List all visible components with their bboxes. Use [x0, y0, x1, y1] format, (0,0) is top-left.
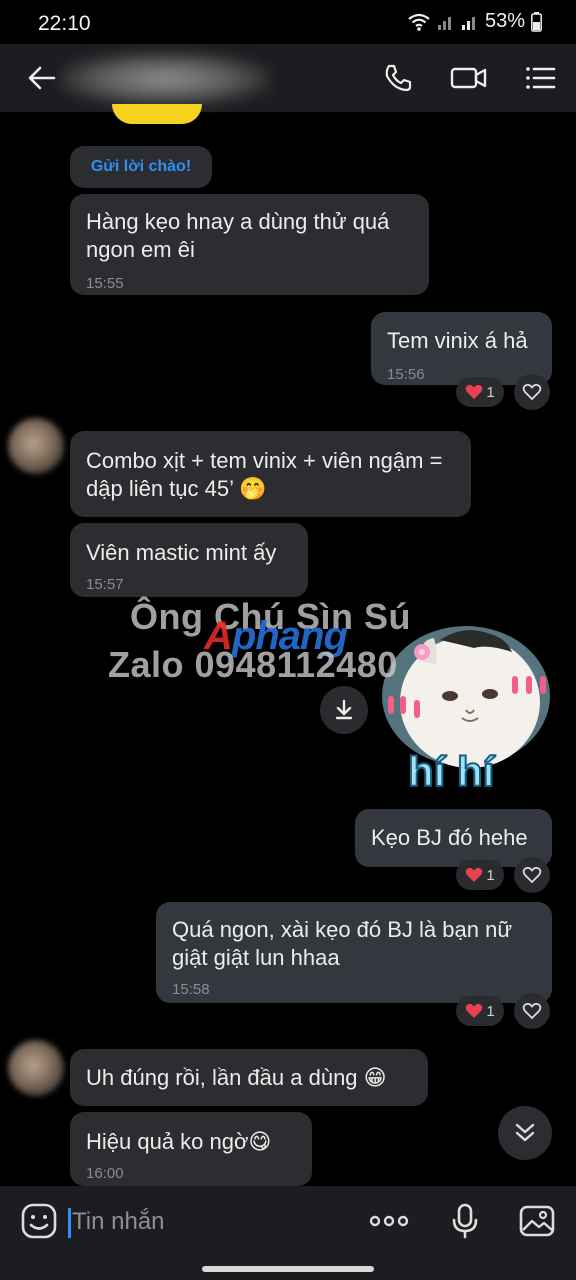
reaction-count-badge[interactable]: 1 [456, 860, 504, 890]
reaction-count: 1 [486, 1002, 495, 1020]
heart-outline-icon [522, 866, 542, 884]
microphone-icon[interactable] [446, 1202, 484, 1240]
arrow-left-icon[interactable] [26, 62, 58, 94]
scroll-to-bottom-button[interactable] [498, 1106, 552, 1160]
more-options-icon[interactable] [368, 1202, 410, 1240]
image-gallery-icon[interactable] [518, 1202, 556, 1240]
status-bar: 22:10 53% [0, 0, 576, 44]
message-text: Uh đúng rồi, lần đầu a dùng 😁 [86, 1065, 387, 1090]
wifi-icon [408, 13, 430, 31]
message-text: Quá ngon, xài kẹo đó BJ là bạn nữ giật g… [172, 917, 513, 970]
battery-percent: 53% [484, 10, 525, 32]
heart-outline-icon [522, 1002, 542, 1020]
contact-avatar-peek [112, 104, 202, 124]
heart-icon [465, 867, 483, 882]
home-indicator[interactable] [202, 1266, 374, 1272]
message-text: Hàng kẹo hnay a dùng thử quá ngon em êi [86, 209, 390, 262]
message-bubble-incoming[interactable]: Uh đúng rồi, lần đầu a dùng 😁 [70, 1049, 428, 1106]
message-text: Tem vinix á hả [387, 328, 528, 353]
message-bubble-outgoing[interactable]: Quá ngon, xài kẹo đó BJ là bạn nữ giật g… [156, 902, 552, 1003]
sender-avatar[interactable] [8, 1040, 64, 1096]
sticker-image[interactable]: hí hí [378, 618, 554, 798]
greeting-button[interactable]: Gửi lời chào! [70, 146, 212, 188]
heart-icon [465, 1003, 483, 1018]
message-time: 15:55 [86, 275, 124, 292]
text-caret [68, 1208, 71, 1238]
download-button[interactable] [320, 686, 368, 734]
battery-icon [531, 11, 542, 32]
message-input[interactable] [72, 1202, 342, 1242]
message-text: Viên mastic mint ấy [86, 540, 277, 565]
sender-avatar[interactable] [8, 418, 64, 474]
message-bubble-incoming[interactable]: Hiệu quả ko ngờ😋 16:00 [70, 1112, 312, 1186]
message-text: Combo xịt + tem vinix + viên ngậm = dập … [86, 448, 443, 501]
react-button[interactable] [514, 857, 550, 893]
message-bubble-incoming[interactable]: Combo xịt + tem vinix + viên ngậm = dập … [70, 431, 471, 517]
status-time: 22:10 [38, 12, 91, 35]
message-bubble-outgoing[interactable]: Tem vinix á hả 15:56 [371, 312, 552, 385]
contact-name-blurred[interactable] [60, 52, 270, 106]
heart-outline-icon [522, 383, 542, 401]
message-input-area[interactable] [68, 1202, 348, 1242]
menu-list-icon[interactable] [524, 62, 556, 94]
status-icons: 53% [407, 10, 542, 33]
reaction-count-badge[interactable]: 1 [456, 996, 504, 1026]
video-icon[interactable] [450, 62, 488, 94]
signal-icon [437, 16, 451, 30]
heart-icon [465, 384, 483, 399]
reaction-count-badge[interactable]: 1 [456, 377, 504, 407]
watermark-line-2: Zalo 0948112480 [108, 644, 398, 685]
download-icon [335, 699, 353, 720]
sticker-caption: hí hí [408, 748, 496, 795]
signal-icon [461, 16, 475, 30]
message-bubble-incoming[interactable]: Viên mastic mint ấy 15:57 [70, 523, 308, 597]
chevron-double-down-icon [515, 1123, 535, 1142]
sticker-emoji-icon[interactable] [20, 1202, 58, 1240]
message-text: Hiệu quả ko ngờ😋 [86, 1129, 272, 1154]
phone-icon[interactable] [382, 62, 414, 94]
message-text: Kẹo BJ đó hehe [371, 825, 528, 850]
chat-header [0, 44, 576, 112]
react-button[interactable] [514, 374, 550, 410]
react-button[interactable] [514, 993, 550, 1029]
message-bubble-incoming[interactable]: Hàng kẹo hnay a dùng thử quá ngon em êi … [70, 194, 429, 295]
reaction-count: 1 [486, 383, 495, 401]
message-time: 16:00 [86, 1165, 124, 1182]
message-time: 15:57 [86, 576, 124, 593]
reaction-count: 1 [486, 866, 495, 884]
